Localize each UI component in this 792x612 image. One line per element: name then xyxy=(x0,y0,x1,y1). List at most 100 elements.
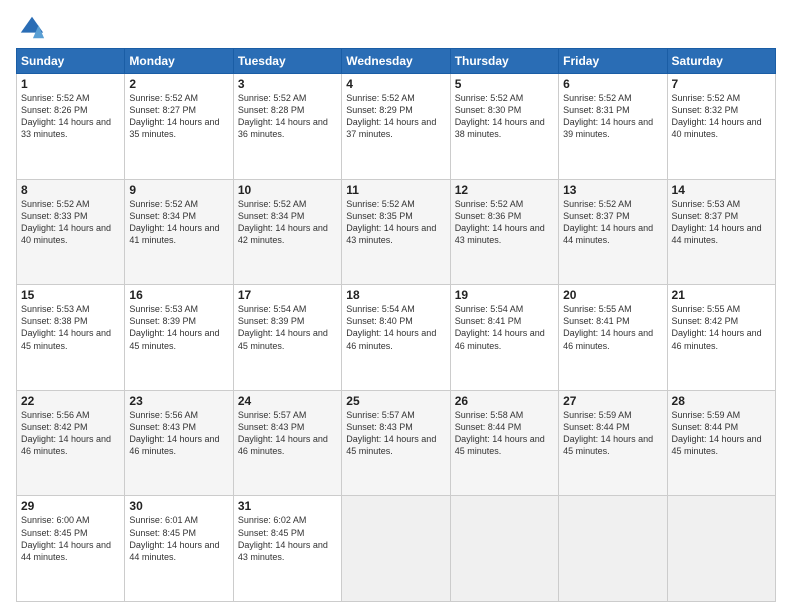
day-number: 15 xyxy=(21,288,120,302)
calendar-day-cell: 26 Sunrise: 5:58 AMSunset: 8:44 PMDayligh… xyxy=(450,390,558,496)
calendar-day-cell: 1Sunrise: 5:52 AMSunset: 8:26 PMDaylight… xyxy=(17,74,125,180)
calendar-day-cell xyxy=(450,496,558,602)
weekday-header: Wednesday xyxy=(342,49,450,74)
day-info: Sunrise: 5:56 AMSunset: 8:42 PMDaylight:… xyxy=(21,410,111,456)
weekday-header: Sunday xyxy=(17,49,125,74)
day-info: Sunrise: 5:54 AMSunset: 8:41 PMDaylight:… xyxy=(455,304,545,350)
weekday-header: Tuesday xyxy=(233,49,341,74)
day-info: Sunrise: 6:01 AMSunset: 8:45 PMDaylight:… xyxy=(129,515,219,561)
day-info: Sunrise: 5:57 AMSunset: 8:43 PMDaylight:… xyxy=(238,410,328,456)
day-number: 5 xyxy=(455,77,554,91)
calendar-day-cell: 31 Sunrise: 6:02 AMSunset: 8:45 PMDayligh… xyxy=(233,496,341,602)
calendar-day-cell xyxy=(342,496,450,602)
day-info: Sunrise: 5:59 AMSunset: 8:44 PMDaylight:… xyxy=(563,410,653,456)
calendar-day-cell: 20 Sunrise: 5:55 AMSunset: 8:41 PMDayligh… xyxy=(559,285,667,391)
calendar-week-row: 8Sunrise: 5:52 AMSunset: 8:33 PMDaylight… xyxy=(17,179,776,285)
day-info: Sunrise: 5:56 AMSunset: 8:43 PMDaylight:… xyxy=(129,410,219,456)
calendar-day-cell xyxy=(667,496,775,602)
calendar-day-cell: 24 Sunrise: 5:57 AMSunset: 8:43 PMDayligh… xyxy=(233,390,341,496)
day-number: 25 xyxy=(346,394,445,408)
calendar-day-cell: 28 Sunrise: 5:59 AMSunset: 8:44 PMDayligh… xyxy=(667,390,775,496)
day-info: Sunrise: 5:52 AMSunset: 8:35 PMDaylight:… xyxy=(346,199,436,245)
weekday-header: Monday xyxy=(125,49,233,74)
day-number: 8 xyxy=(21,183,120,197)
weekday-header: Saturday xyxy=(667,49,775,74)
calendar-day-cell: 23 Sunrise: 5:56 AMSunset: 8:43 PMDayligh… xyxy=(125,390,233,496)
day-number: 9 xyxy=(129,183,228,197)
day-number: 22 xyxy=(21,394,120,408)
day-info: Sunrise: 5:53 AMSunset: 8:38 PMDaylight:… xyxy=(21,304,111,350)
day-info: Sunrise: 5:52 AMSunset: 8:31 PMDaylight:… xyxy=(563,93,653,139)
calendar-week-row: 1Sunrise: 5:52 AMSunset: 8:26 PMDaylight… xyxy=(17,74,776,180)
day-number: 30 xyxy=(129,499,228,513)
day-info: Sunrise: 5:52 AMSunset: 8:29 PMDaylight:… xyxy=(346,93,436,139)
day-info: Sunrise: 5:58 AMSunset: 8:44 PMDaylight:… xyxy=(455,410,545,456)
logo xyxy=(16,14,46,42)
calendar-week-row: 29 Sunrise: 6:00 AMSunset: 8:45 PMDayligh… xyxy=(17,496,776,602)
day-number: 31 xyxy=(238,499,337,513)
day-number: 16 xyxy=(129,288,228,302)
day-number: 12 xyxy=(455,183,554,197)
day-number: 7 xyxy=(672,77,771,91)
day-number: 19 xyxy=(455,288,554,302)
day-info: Sunrise: 5:52 AMSunset: 8:30 PMDaylight:… xyxy=(455,93,545,139)
calendar-day-cell: 19 Sunrise: 5:54 AMSunset: 8:41 PMDayligh… xyxy=(450,285,558,391)
day-number: 24 xyxy=(238,394,337,408)
day-number: 18 xyxy=(346,288,445,302)
calendar-day-cell: 6Sunrise: 5:52 AMSunset: 8:31 PMDaylight… xyxy=(559,74,667,180)
calendar-day-cell xyxy=(559,496,667,602)
day-info: Sunrise: 5:54 AMSunset: 8:39 PMDaylight:… xyxy=(238,304,328,350)
calendar-body: 1Sunrise: 5:52 AMSunset: 8:26 PMDaylight… xyxy=(17,74,776,602)
day-number: 14 xyxy=(672,183,771,197)
day-info: Sunrise: 5:52 AMSunset: 8:32 PMDaylight:… xyxy=(672,93,762,139)
calendar-day-cell: 15 Sunrise: 5:53 AMSunset: 8:38 PMDayligh… xyxy=(17,285,125,391)
calendar-day-cell: 5 Sunrise: 5:52 AMSunset: 8:30 PMDaylight… xyxy=(450,74,558,180)
day-info: Sunrise: 5:52 AMSunset: 8:36 PMDaylight:… xyxy=(455,199,545,245)
header xyxy=(16,10,776,42)
calendar-week-row: 15 Sunrise: 5:53 AMSunset: 8:38 PMDayligh… xyxy=(17,285,776,391)
calendar-day-cell: 16 Sunrise: 5:53 AMSunset: 8:39 PMDayligh… xyxy=(125,285,233,391)
day-number: 11 xyxy=(346,183,445,197)
day-info: Sunrise: 5:53 AMSunset: 8:39 PMDaylight:… xyxy=(129,304,219,350)
day-number: 2 xyxy=(129,77,228,91)
day-info: Sunrise: 5:52 AMSunset: 8:34 PMDaylight:… xyxy=(238,199,328,245)
day-info: Sunrise: 5:52 AMSunset: 8:26 PMDaylight:… xyxy=(21,93,111,139)
day-info: Sunrise: 5:59 AMSunset: 8:44 PMDaylight:… xyxy=(672,410,762,456)
calendar-day-cell: 17 Sunrise: 5:54 AMSunset: 8:39 PMDayligh… xyxy=(233,285,341,391)
day-info: Sunrise: 5:52 AMSunset: 8:28 PMDaylight:… xyxy=(238,93,328,139)
day-number: 26 xyxy=(455,394,554,408)
day-info: Sunrise: 5:55 AMSunset: 8:42 PMDaylight:… xyxy=(672,304,762,350)
day-number: 21 xyxy=(672,288,771,302)
logo-icon xyxy=(18,14,46,42)
calendar-day-cell: 11 Sunrise: 5:52 AMSunset: 8:35 PMDayligh… xyxy=(342,179,450,285)
calendar-day-cell: 4 Sunrise: 5:52 AMSunset: 8:29 PMDaylight… xyxy=(342,74,450,180)
weekday-row: SundayMondayTuesdayWednesdayThursdayFrid… xyxy=(17,49,776,74)
calendar-day-cell: 2Sunrise: 5:52 AMSunset: 8:27 PMDaylight… xyxy=(125,74,233,180)
calendar-day-cell: 14 Sunrise: 5:53 AMSunset: 8:37 PMDayligh… xyxy=(667,179,775,285)
day-number: 28 xyxy=(672,394,771,408)
calendar-day-cell: 10Sunrise: 5:52 AMSunset: 8:34 PMDayligh… xyxy=(233,179,341,285)
day-info: Sunrise: 5:57 AMSunset: 8:43 PMDaylight:… xyxy=(346,410,436,456)
calendar-header: SundayMondayTuesdayWednesdayThursdayFrid… xyxy=(17,49,776,74)
weekday-header: Friday xyxy=(559,49,667,74)
day-number: 4 xyxy=(346,77,445,91)
day-number: 29 xyxy=(21,499,120,513)
calendar-day-cell: 29 Sunrise: 6:00 AMSunset: 8:45 PMDayligh… xyxy=(17,496,125,602)
calendar-day-cell: 9 Sunrise: 5:52 AMSunset: 8:34 PMDaylight… xyxy=(125,179,233,285)
day-info: Sunrise: 5:52 AMSunset: 8:37 PMDaylight:… xyxy=(563,199,653,245)
calendar-week-row: 22 Sunrise: 5:56 AMSunset: 8:42 PMDayligh… xyxy=(17,390,776,496)
calendar-day-cell: 22 Sunrise: 5:56 AMSunset: 8:42 PMDayligh… xyxy=(17,390,125,496)
day-info: Sunrise: 6:02 AMSunset: 8:45 PMDaylight:… xyxy=(238,515,328,561)
day-number: 20 xyxy=(563,288,662,302)
day-info: Sunrise: 5:53 AMSunset: 8:37 PMDaylight:… xyxy=(672,199,762,245)
day-info: Sunrise: 5:55 AMSunset: 8:41 PMDaylight:… xyxy=(563,304,653,350)
day-info: Sunrise: 5:52 AMSunset: 8:34 PMDaylight:… xyxy=(129,199,219,245)
calendar-day-cell: 7 Sunrise: 5:52 AMSunset: 8:32 PMDaylight… xyxy=(667,74,775,180)
calendar-day-cell: 12 Sunrise: 5:52 AMSunset: 8:36 PMDayligh… xyxy=(450,179,558,285)
day-info: Sunrise: 5:54 AMSunset: 8:40 PMDaylight:… xyxy=(346,304,436,350)
day-number: 23 xyxy=(129,394,228,408)
day-number: 17 xyxy=(238,288,337,302)
day-number: 27 xyxy=(563,394,662,408)
day-info: Sunrise: 6:00 AMSunset: 8:45 PMDaylight:… xyxy=(21,515,111,561)
calendar-day-cell: 3Sunrise: 5:52 AMSunset: 8:28 PMDaylight… xyxy=(233,74,341,180)
